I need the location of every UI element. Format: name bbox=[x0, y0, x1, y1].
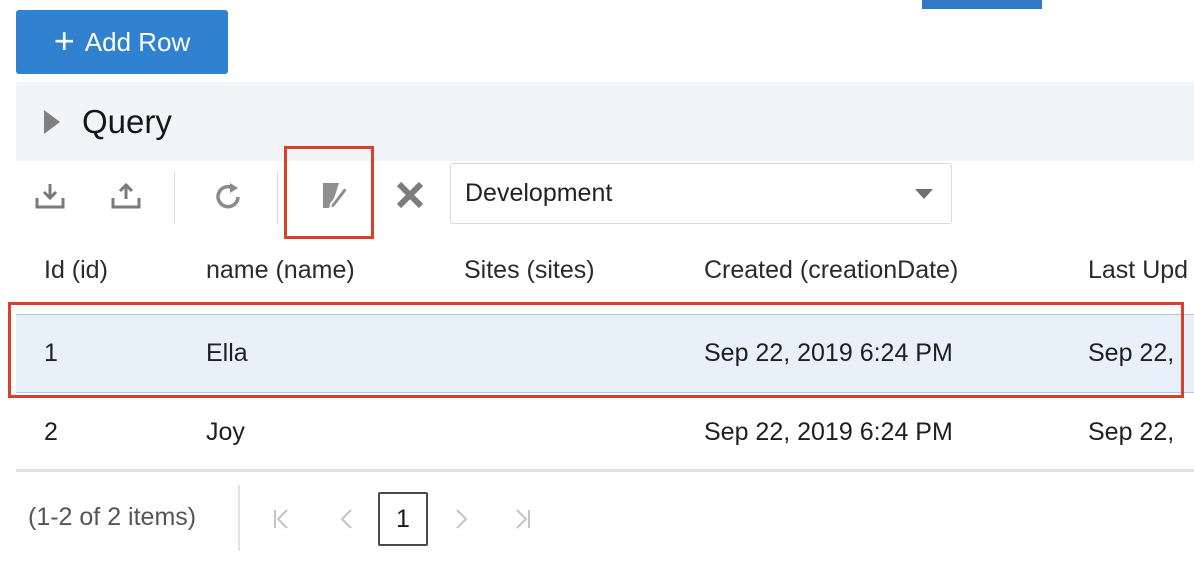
environment-value: Development bbox=[465, 179, 613, 207]
toolbar-divider bbox=[277, 172, 278, 224]
active-tab-indicator bbox=[922, 0, 1042, 9]
chevron-down-icon bbox=[915, 188, 933, 199]
toolbar-divider bbox=[174, 172, 175, 224]
last-page-icon[interactable] bbox=[508, 496, 538, 542]
download-icon[interactable] bbox=[30, 178, 70, 214]
first-page-icon[interactable] bbox=[266, 496, 296, 542]
cell-last-updated: Sep 22, bbox=[1088, 417, 1175, 446]
cell-id: 1 bbox=[44, 339, 58, 367]
pager-divider bbox=[238, 485, 240, 551]
query-panel-header[interactable]: Query bbox=[16, 82, 1194, 161]
delete-icon[interactable] bbox=[390, 176, 430, 214]
edit-icon[interactable] bbox=[313, 176, 355, 214]
cell-name: Joy bbox=[206, 417, 245, 446]
previous-page-icon[interactable] bbox=[332, 496, 362, 542]
data-grid: 1 Ella Sep 22, 2019 6:24 PM Sep 22, 2 Jo… bbox=[16, 230, 1194, 475]
cell-created: Sep 22, 2019 6:24 PM bbox=[704, 417, 953, 446]
cell-name: Ella bbox=[206, 339, 248, 367]
upload-icon[interactable] bbox=[106, 178, 146, 214]
grid-bottom-border bbox=[16, 469, 1194, 472]
environment-select[interactable]: Development bbox=[450, 163, 952, 224]
pager-summary: (1-2 of 2 items) bbox=[28, 503, 197, 531]
next-page-icon[interactable] bbox=[446, 496, 476, 542]
current-page-number[interactable]: 1 bbox=[378, 492, 428, 546]
table-row[interactable]: 2 Joy Sep 22, 2019 6:24 PM Sep 22, bbox=[16, 393, 1194, 471]
table-row[interactable]: 1 Ella Sep 22, 2019 6:24 PM Sep 22, bbox=[16, 314, 1194, 393]
cell-created: Sep 22, 2019 6:24 PM bbox=[704, 339, 953, 367]
add-row-button[interactable]: + Add Row bbox=[16, 10, 228, 74]
add-row-label: Add Row bbox=[84, 26, 191, 57]
query-panel-label: Query bbox=[82, 102, 172, 140]
expand-caret-icon[interactable] bbox=[44, 109, 60, 134]
refresh-icon[interactable] bbox=[208, 178, 250, 214]
plus-icon: + bbox=[53, 19, 75, 61]
cell-id: 2 bbox=[44, 417, 58, 446]
cell-last-updated: Sep 22, bbox=[1088, 339, 1175, 367]
